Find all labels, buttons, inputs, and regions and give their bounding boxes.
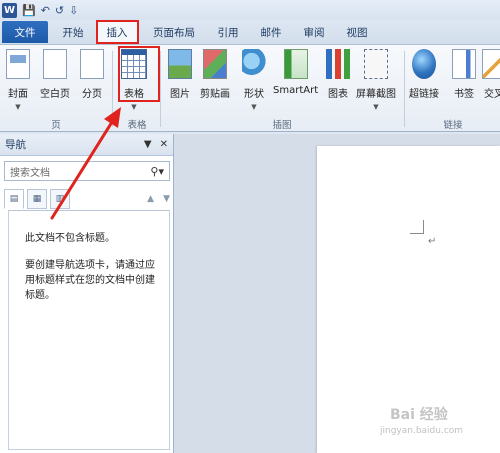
chart-label: 图表 (328, 89, 348, 100)
smartart-label: SmartArt (273, 85, 319, 96)
nav-pane-header: 导航 ▼ ✕ (0, 134, 173, 156)
chevron-down-icon: ▼ (15, 103, 21, 111)
blank-page-button[interactable]: 空白页 (40, 49, 70, 100)
chevron-down-icon: ▼ (131, 103, 137, 111)
screenshot-label: 屏幕截图 (356, 89, 396, 100)
nav-pane-content: 此文档不包含标题。 要创建导航选项卡，请通过应用标题样式在您的文档中创建标题。 (8, 210, 170, 450)
next-arrow-icon[interactable]: ▼ (163, 194, 170, 204)
group-label-illustrations: 插图 (272, 120, 292, 131)
clipart-button[interactable]: 剪贴画 (200, 49, 230, 100)
cross-reference-icon (482, 49, 500, 79)
chart-icon (326, 49, 350, 79)
close-icon[interactable]: ✕ (160, 139, 168, 150)
chevron-down-icon: ▼ (251, 103, 257, 111)
previous-arrow-icon[interactable]: ▲ (147, 194, 154, 204)
chevron-down-icon[interactable]: ▼ (144, 139, 152, 150)
group-separator (160, 51, 161, 127)
chevron-down-icon: ▼ (373, 103, 379, 111)
nav-pane-title: 导航 (5, 139, 26, 151)
page-break-button[interactable]: 分页 (80, 49, 104, 100)
group-label-links: 链接 (443, 120, 463, 131)
clipart-icon (203, 49, 227, 79)
cross-reference-label: 交叉 (484, 89, 500, 100)
tab-home[interactable]: 开始 (54, 21, 92, 43)
paragraph-mark: ↵ (428, 236, 437, 247)
customize-qat-icon[interactable]: ⇩ (69, 4, 78, 17)
shapes-button[interactable]: 形状 ▼ (242, 49, 266, 111)
word-app-icon[interactable]: W (2, 2, 17, 18)
table-button-highlight (118, 46, 160, 102)
results-view-icon[interactable]: ▥ (50, 189, 70, 209)
no-headings-message: 此文档不包含标题。 (25, 233, 115, 244)
hyperlink-button[interactable]: 超链接 (409, 49, 439, 100)
tab-file[interactable]: 文件 (2, 21, 48, 43)
document-area: ↵ (174, 134, 500, 453)
clipart-label: 剪贴画 (200, 89, 230, 100)
watermark-text: Bai 经验 (390, 407, 448, 423)
chart-button[interactable]: 图表 (326, 49, 350, 100)
globe-icon (412, 49, 436, 79)
picture-label: 图片 (170, 89, 190, 100)
ribbon-insert: 封面 ▼ 空白页 分页 页 表格 ▼ 表格 图片 剪贴画 形状 ▼ SmartA… (0, 44, 500, 132)
watermark-url: jingyan.baidu.com (380, 426, 464, 436)
margin-crop-mark (410, 220, 424, 234)
screenshot-icon (364, 49, 388, 79)
group-label-pages: 页 (51, 120, 61, 131)
pages-view-icon[interactable]: ▦ (27, 189, 47, 209)
hyperlink-label: 超链接 (409, 89, 439, 100)
picture-button[interactable]: 图片 (168, 49, 192, 100)
tab-references[interactable]: 引用 (210, 21, 246, 43)
nav-view-tabs: ▤ ▦ ▥ ▲ ▼ (4, 189, 170, 209)
quick-access-toolbar: W 💾 ↶ ↺ ⇩ (0, 0, 500, 20)
page-break-icon (80, 49, 104, 79)
search-icon[interactable]: ⚲▾ (150, 165, 164, 178)
save-icon[interactable]: 💾 (22, 4, 36, 17)
tab-page-layout[interactable]: 页面布局 (145, 21, 203, 43)
tab-view[interactable]: 视图 (339, 21, 375, 43)
redo-icon[interactable]: ↺ (55, 4, 64, 17)
tab-review[interactable]: 审阅 (296, 21, 332, 43)
screenshot-button[interactable]: 屏幕截图 ▼ (356, 49, 396, 111)
bookmark-icon (452, 49, 476, 79)
picture-icon (168, 49, 192, 79)
bookmark-label: 书签 (454, 89, 474, 100)
group-separator (112, 51, 113, 127)
tab-mailings[interactable]: 邮件 (253, 21, 289, 43)
cross-reference-button[interactable]: 交叉 (482, 49, 500, 100)
smartart-button[interactable]: SmartArt (273, 49, 318, 96)
ribbon-tab-bar: 文件 开始 插入 页面布局 引用 邮件 审阅 视图 (0, 20, 500, 44)
cover-page-icon (6, 49, 30, 79)
shapes-label: 形状 (244, 89, 264, 100)
blank-page-icon (43, 49, 67, 79)
cover-page-label: 封面 (8, 89, 28, 100)
blank-page-label: 空白页 (40, 89, 70, 100)
create-headings-hint: 要创建导航选项卡，请通过应用标题样式在您的文档中创建标题。 (25, 260, 155, 301)
smartart-icon (283, 49, 308, 79)
group-label-tables: 表格 (127, 120, 147, 131)
cover-page-button[interactable]: 封面 ▼ (6, 49, 30, 111)
page-break-label: 分页 (82, 89, 102, 100)
search-input[interactable]: 搜索文档 ⚲▾ (4, 161, 170, 181)
undo-icon[interactable]: ↶ (41, 4, 50, 17)
group-separator (404, 51, 405, 127)
headings-view-icon[interactable]: ▤ (4, 189, 24, 209)
navigation-pane: 导航 ▼ ✕ 搜索文档 ⚲▾ ▤ ▦ ▥ ▲ ▼ 此文档不包含标题。 要创建导航… (0, 134, 174, 453)
search-placeholder: 搜索文档 (10, 167, 50, 179)
bookmark-button[interactable]: 书签 (452, 49, 476, 100)
shapes-icon (242, 49, 266, 79)
insert-tab-highlight (96, 20, 139, 44)
